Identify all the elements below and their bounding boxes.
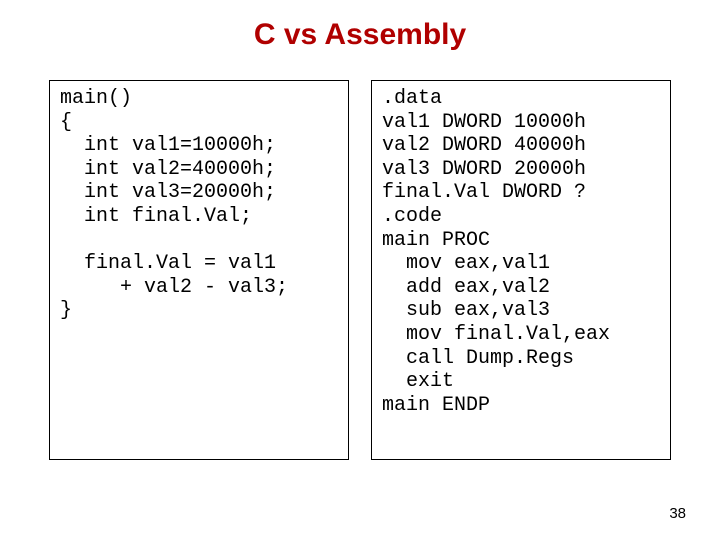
page-number: 38 [669, 505, 686, 522]
c-code-box: main() { int val1=10000h; int val2=40000… [49, 80, 349, 460]
assembly-code-box: .data val1 DWORD 10000h val2 DWORD 40000… [371, 80, 671, 460]
code-columns: main() { int val1=10000h; int val2=40000… [40, 80, 680, 460]
slide-title: C vs Assembly [40, 18, 680, 52]
slide: C vs Assembly main() { int val1=10000h; … [0, 0, 720, 540]
